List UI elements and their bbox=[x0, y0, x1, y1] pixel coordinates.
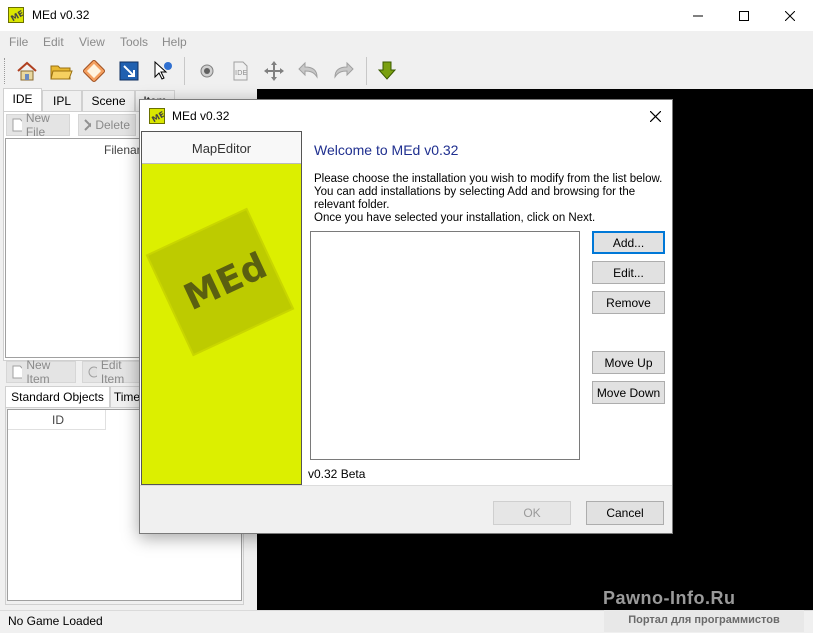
new-file-label: New File bbox=[25, 111, 50, 139]
redo-button[interactable] bbox=[329, 57, 357, 85]
svg-text:MEd: MEd bbox=[9, 8, 23, 22]
toolbar-gripper[interactable] bbox=[4, 58, 7, 84]
edit-button[interactable]: Edit... bbox=[592, 261, 665, 284]
close-icon bbox=[649, 110, 661, 122]
move-down-button[interactable]: Move Down bbox=[592, 381, 665, 404]
arrow-down-icon bbox=[377, 61, 397, 80]
installations-list[interactable] bbox=[310, 231, 580, 460]
home-icon bbox=[17, 61, 37, 81]
download-button[interactable] bbox=[373, 57, 401, 85]
menu-view[interactable]: View bbox=[79, 35, 105, 49]
redo-icon bbox=[334, 61, 354, 79]
menu-file[interactable]: File bbox=[9, 35, 28, 49]
welcome-dialog: MEd MEd v0.32 MapEditor MEd Welcome to M… bbox=[139, 99, 673, 534]
new-item-button[interactable]: New Item bbox=[6, 358, 76, 386]
remove-button[interactable]: Remove bbox=[592, 291, 665, 314]
status-text: No Game Loaded bbox=[8, 614, 103, 628]
ide-button[interactable]: IDE bbox=[226, 57, 254, 85]
delete-x-icon bbox=[84, 119, 92, 131]
undo-button[interactable] bbox=[295, 57, 323, 85]
tab-ipl[interactable]: IPL bbox=[42, 90, 82, 111]
new-item-label: New Item bbox=[26, 358, 51, 386]
resize-icon bbox=[119, 61, 139, 81]
banner-header: MapEditor bbox=[142, 132, 301, 164]
version-label: v0.32 Beta bbox=[308, 467, 366, 481]
dialog-close-button[interactable] bbox=[640, 104, 670, 128]
cancel-button[interactable]: Cancel bbox=[586, 501, 664, 525]
resize-window-button[interactable] bbox=[115, 57, 143, 85]
pointer-button[interactable] bbox=[148, 57, 176, 85]
instructions-paragraph-2: Once you have selected your installation… bbox=[314, 212, 596, 224]
folder-open-icon bbox=[50, 65, 73, 80]
home-button[interactable] bbox=[13, 57, 41, 85]
tag-button[interactable] bbox=[80, 57, 108, 85]
file-icon bbox=[12, 118, 22, 132]
delete-label: Delete bbox=[95, 118, 130, 132]
minimize-button[interactable] bbox=[675, 0, 721, 31]
edit-item-label: Edit Item bbox=[100, 358, 125, 386]
instructions-paragraph-1: Please choose the installation you wish … bbox=[314, 173, 663, 211]
svg-text:IDE: IDE bbox=[235, 69, 247, 77]
close-icon bbox=[785, 10, 795, 21]
close-button[interactable] bbox=[767, 0, 813, 31]
move-button[interactable] bbox=[260, 57, 288, 85]
minimize-icon bbox=[693, 15, 703, 16]
record-button[interactable] bbox=[193, 57, 221, 85]
window-title: MEd v0.32 bbox=[32, 8, 90, 22]
move-up-button[interactable]: Move Up bbox=[592, 351, 665, 374]
tag-icon bbox=[83, 60, 105, 82]
delete-button[interactable]: Delete bbox=[78, 114, 136, 136]
menu-tools[interactable]: Tools bbox=[120, 35, 148, 49]
edit-item-button[interactable]: Edit Item bbox=[82, 358, 142, 386]
dialog-app-icon: MEd bbox=[149, 107, 172, 124]
new-file-button[interactable]: New File bbox=[6, 111, 70, 139]
instructions-text: Please choose the installation you wish … bbox=[314, 173, 664, 225]
tab-standard-objects[interactable]: Standard Objects bbox=[5, 386, 110, 407]
ok-button[interactable]: OK bbox=[493, 501, 571, 525]
record-icon bbox=[200, 64, 214, 78]
watermark-subtitle: Портал для программистов bbox=[604, 610, 804, 632]
ide-file-icon: IDE bbox=[233, 61, 248, 81]
file-icon bbox=[12, 365, 23, 379]
banner-body: MEd bbox=[142, 164, 301, 484]
welcome-heading: Welcome to MEd v0.32 bbox=[314, 142, 459, 158]
med-logo: MEd bbox=[145, 207, 295, 357]
undo-icon bbox=[298, 61, 318, 79]
app-icon: MEd bbox=[8, 7, 24, 23]
maximize-icon bbox=[739, 10, 749, 21]
dialog-title: MEd v0.32 bbox=[172, 109, 230, 123]
move-arrows-icon bbox=[264, 61, 284, 81]
tab-ide[interactable]: IDE bbox=[3, 88, 42, 111]
cursor-help-icon bbox=[154, 60, 172, 80]
toolbar-separator bbox=[366, 57, 367, 85]
open-folder-button[interactable] bbox=[47, 57, 75, 85]
add-button[interactable]: Add... bbox=[592, 231, 665, 254]
tab-scene[interactable]: Scene bbox=[82, 90, 135, 111]
side-banner: MapEditor MEd bbox=[141, 131, 302, 485]
menu-help[interactable]: Help bbox=[162, 35, 187, 49]
id-column-header[interactable]: ID bbox=[52, 413, 64, 427]
edit-item-icon bbox=[88, 366, 97, 378]
toolbar-separator bbox=[184, 57, 185, 85]
menu-edit[interactable]: Edit bbox=[43, 35, 64, 49]
maximize-button[interactable] bbox=[721, 0, 767, 31]
svg-text:MEd: MEd bbox=[150, 109, 164, 123]
watermark-title: Pawno-Info.Ru bbox=[603, 588, 736, 608]
